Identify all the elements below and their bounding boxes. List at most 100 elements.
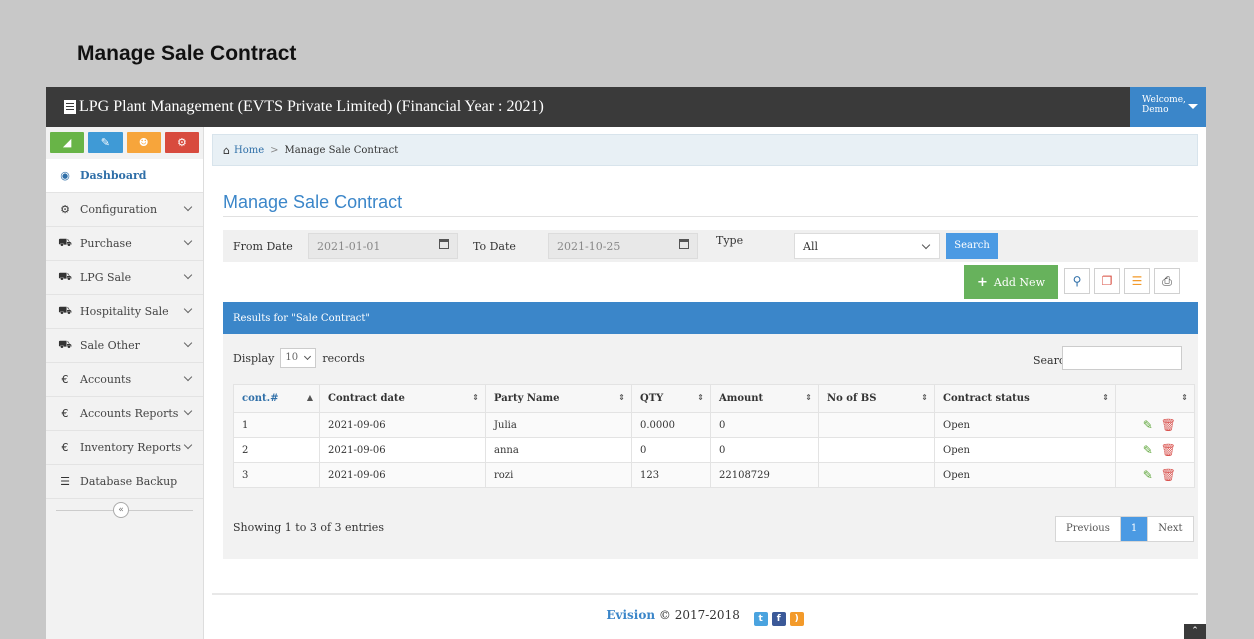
- cell-contract-date: 2021-09-06: [319, 462, 486, 488]
- twitter-icon[interactable]: t: [753, 612, 768, 626]
- sidebar-item-hospitality-sale[interactable]: ⛟ Hospitality Sale: [46, 295, 203, 329]
- sort-icon: ⇕: [1181, 393, 1188, 402]
- footer-brand-link[interactable]: Evision: [606, 608, 655, 622]
- sidebar-item-label: Dashboard: [80, 169, 147, 182]
- from-date-label: From Date: [233, 240, 293, 253]
- users-shortcut-icon[interactable]: ☻: [126, 132, 161, 153]
- sidebar-item-accounts-reports[interactable]: € Accounts Reports: [46, 397, 203, 431]
- search-tool-icon[interactable]: ⚲: [1064, 268, 1090, 294]
- euro-icon: €: [61, 441, 69, 454]
- results-header: Results for "Sale Contract": [223, 302, 1198, 334]
- column-label: QTY: [640, 393, 664, 404]
- sidebar-item-label: Inventory Reports: [80, 441, 182, 454]
- menu-icon: [64, 100, 76, 114]
- sidebar-item-accounts[interactable]: € Accounts: [46, 363, 203, 397]
- column-header-contract-date[interactable]: Contract date ⇕: [319, 384, 486, 413]
- scroll-top-icon[interactable]: ⌃: [1184, 624, 1206, 639]
- topbar: LPG Plant Management (EVTS Private Limit…: [46, 87, 1206, 127]
- to-date-field[interactable]: 2021-10-25: [548, 233, 698, 259]
- dashboard-icon: ◉: [60, 169, 70, 182]
- breadcrumb-home[interactable]: Home: [234, 145, 264, 156]
- cogs-shortcut-icon[interactable]: ⚙: [164, 132, 199, 153]
- facebook-icon[interactable]: f: [771, 612, 786, 626]
- column-label: No of BS: [827, 393, 877, 404]
- sort-asc-icon: ▲: [306, 393, 313, 402]
- rss-icon[interactable]: ): [789, 612, 804, 626]
- edit-icon[interactable]: ✎: [1143, 468, 1153, 482]
- results-panel: Results for "Sale Contract" Display 10 r…: [223, 302, 1198, 559]
- print-icon[interactable]: ⎙: [1154, 268, 1180, 294]
- cell-amount: 22108729: [710, 462, 819, 488]
- cell-contract-status: Open: [934, 462, 1116, 488]
- sidebar-item-inventory-reports[interactable]: € Inventory Reports: [46, 431, 203, 465]
- add-new-button[interactable]: + Add New: [964, 265, 1058, 299]
- column-header-cont[interactable]: cont.# ▲: [233, 384, 320, 413]
- display-label: Display: [233, 351, 275, 365]
- home-icon[interactable]: ⌂: [223, 144, 230, 157]
- column-header-actions[interactable]: ⇕: [1115, 384, 1195, 413]
- sidebar-item-label: Sale Other: [80, 339, 140, 352]
- export-database-icon[interactable]: ☰: [1124, 268, 1150, 294]
- footer: Evision © 2017-2018 t f): [212, 608, 1198, 626]
- column-header-qty[interactable]: QTY ⇕: [631, 384, 711, 413]
- cell-party-name: rozi: [485, 462, 632, 488]
- cell-no-of-bs: [818, 412, 935, 438]
- records-label: records: [322, 351, 365, 365]
- sidebar-item-dashboard[interactable]: ◉ Dashboard: [46, 159, 203, 193]
- page-length-control: Display 10 records: [233, 348, 365, 368]
- sidebar-item-lpg-sale[interactable]: ⛟ LPG Sale: [46, 261, 203, 295]
- type-select[interactable]: All: [794, 233, 940, 259]
- sidebar-item-configuration[interactable]: ⚙ Configuration: [46, 193, 203, 227]
- column-header-amount[interactable]: Amount ⇕: [710, 384, 819, 413]
- search-button[interactable]: Search: [946, 233, 998, 259]
- column-header-party-name[interactable]: Party Name ⇕: [485, 384, 632, 413]
- sidebar-item-database-backup[interactable]: ☰ Database Backup: [46, 465, 203, 499]
- cell-party-name: Julia: [485, 412, 632, 438]
- breadcrumb-current: Manage Sale Contract: [284, 144, 399, 156]
- sort-icon: ⇕: [1102, 393, 1109, 402]
- pagination-page[interactable]: 1: [1120, 517, 1149, 541]
- plus-icon: +: [977, 274, 988, 290]
- from-date-field[interactable]: 2021-01-01: [308, 233, 458, 259]
- page-length-select[interactable]: 10: [280, 348, 317, 368]
- pagination: Previous 1 Next: [1055, 516, 1194, 542]
- sort-icon: ⇕: [805, 393, 812, 402]
- sidebar-item-label: Accounts: [80, 373, 132, 386]
- delete-icon[interactable]: 🗑: [1161, 443, 1176, 457]
- user-menu[interactable]: Welcome, Demo: [1130, 87, 1206, 127]
- calendar-icon[interactable]: [439, 239, 449, 249]
- delete-icon[interactable]: 🗑: [1161, 418, 1176, 432]
- copy-icon[interactable]: ❐: [1094, 268, 1120, 294]
- column-label: Contract date: [328, 393, 405, 404]
- sidebar-item-sale-other[interactable]: ⛟ Sale Other: [46, 329, 203, 363]
- delete-icon[interactable]: 🗑: [1161, 468, 1176, 482]
- column-header-contract-status[interactable]: Contract status ⇕: [934, 384, 1116, 413]
- edit-icon[interactable]: ✎: [1143, 443, 1153, 457]
- footer-copyright: © 2017-2018: [658, 608, 740, 622]
- chevron-down-icon: [183, 202, 193, 212]
- cell-cont: 3: [233, 462, 320, 488]
- cell-actions: ✎ 🗑: [1115, 437, 1195, 463]
- cell-contract-status: Open: [934, 437, 1116, 463]
- sidebar-item-purchase[interactable]: ⛟ Purchase: [46, 227, 203, 261]
- sidebar-item-label: LPG Sale: [80, 271, 132, 284]
- chevron-down-icon: [183, 406, 193, 416]
- table-row: 1 2021-09-06 Julia 0.0000 0 Open ✎ 🗑: [233, 412, 1195, 438]
- calendar-icon[interactable]: [679, 239, 689, 249]
- pencil-shortcut-icon[interactable]: ✎: [88, 132, 123, 153]
- column-header-no-of-bs[interactable]: No of BS ⇕: [818, 384, 935, 413]
- cell-contract-status: Open: [934, 412, 1116, 438]
- table-search-input[interactable]: [1062, 346, 1182, 370]
- chart-shortcut-icon[interactable]: ◢: [50, 132, 85, 153]
- pagination-previous[interactable]: Previous: [1056, 517, 1121, 541]
- column-label: Contract status: [943, 393, 1030, 404]
- from-date-value: 2021-01-01: [317, 240, 381, 253]
- edit-icon[interactable]: ✎: [1143, 418, 1153, 432]
- sort-icon: ⇕: [697, 393, 704, 402]
- cell-contract-date: 2021-09-06: [319, 437, 486, 463]
- cogs-icon: ⚙: [60, 203, 70, 216]
- cell-no-of-bs: [818, 462, 935, 488]
- pagination-next[interactable]: Next: [1148, 517, 1192, 541]
- collapse-sidebar-icon[interactable]: «: [113, 502, 129, 518]
- app-brand[interactable]: LPG Plant Management (EVTS Private Limit…: [64, 98, 544, 116]
